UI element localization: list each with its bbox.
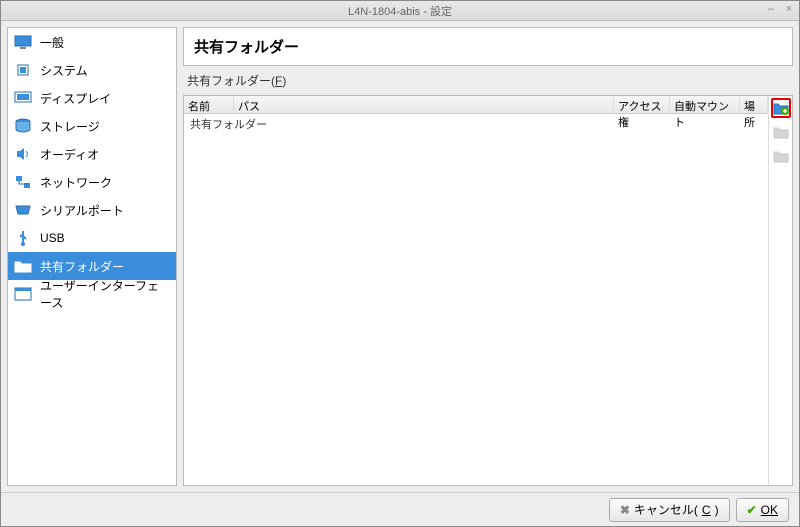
sidebar-item-label: ユーザーインターフェース xyxy=(40,277,170,311)
column-name[interactable]: 名前 xyxy=(184,96,234,113)
group-label: 共有フォルダー(F) xyxy=(183,70,793,91)
cancel-icon: ✖ xyxy=(620,503,630,517)
sidebar-item-serial[interactable]: シリアルポート xyxy=(8,196,176,224)
sidebar-item-label: オーディオ xyxy=(40,146,99,163)
folder-plus-icon xyxy=(773,101,789,115)
close-button[interactable]: × xyxy=(783,3,795,15)
footer: ✖ キャンセル(C) ✔ OK xyxy=(1,492,799,526)
sidebar-item-label: システム xyxy=(40,62,88,79)
network-icon xyxy=(14,174,32,190)
window-controls: – × xyxy=(765,3,795,15)
column-path[interactable]: パス xyxy=(234,96,614,113)
window-title: L4N-1804-abis - 設定 xyxy=(348,3,452,19)
display-icon xyxy=(14,90,32,106)
column-access[interactable]: アクセス権 xyxy=(614,96,670,113)
sidebar-item-ui[interactable]: ユーザーインターフェース xyxy=(8,280,176,308)
body: 一般 システム ディスプレイ ストレージ オーディオ ネットワーク シリアルポー… xyxy=(1,21,799,492)
cancel-button[interactable]: ✖ キャンセル(C) xyxy=(609,498,730,522)
speaker-icon xyxy=(14,146,32,162)
table-main: 名前 パス アクセス権 自動マウント 場所 共有フォルダー xyxy=(184,96,768,485)
monitor-icon xyxy=(14,34,32,50)
sidebar-item-general[interactable]: 一般 xyxy=(8,28,176,56)
column-automount[interactable]: 自動マウント xyxy=(670,96,740,113)
add-folder-button[interactable] xyxy=(771,98,791,118)
folder-minus-icon xyxy=(773,149,789,163)
sidebar-item-system[interactable]: システム xyxy=(8,56,176,84)
sidebar-item-label: シリアルポート xyxy=(40,202,124,219)
disk-icon xyxy=(14,118,32,134)
titlebar: L4N-1804-abis - 設定 – × xyxy=(1,1,799,21)
ui-icon xyxy=(14,286,32,302)
sidebar-item-audio[interactable]: オーディオ xyxy=(8,140,176,168)
sidebar-item-label: 共有フォルダー xyxy=(40,258,124,275)
sidebar-item-network[interactable]: ネットワーク xyxy=(8,168,176,196)
sidebar-item-storage[interactable]: ストレージ xyxy=(8,112,176,140)
chip-icon xyxy=(14,62,32,78)
table-header: 名前 パス アクセス権 自動マウント 場所 xyxy=(184,96,768,114)
minimize-button[interactable]: – xyxy=(765,3,777,15)
table-group-row[interactable]: 共有フォルダー xyxy=(184,114,768,134)
sidebar-item-label: 一般 xyxy=(40,34,64,51)
sidebar-item-display[interactable]: ディスプレイ xyxy=(8,84,176,112)
serial-port-icon xyxy=(14,202,32,218)
ok-button[interactable]: ✔ OK xyxy=(736,498,789,522)
table-toolbar xyxy=(768,96,792,485)
column-location[interactable]: 場所 xyxy=(740,96,768,113)
ok-icon: ✔ xyxy=(747,503,757,517)
sidebar: 一般 システム ディスプレイ ストレージ オーディオ ネットワーク シリアルポー… xyxy=(7,27,177,486)
sidebar-item-label: ストレージ xyxy=(40,118,100,135)
sidebar-item-usb[interactable]: USB xyxy=(8,224,176,252)
shared-folders-table: 名前 パス アクセス権 自動マウント 場所 共有フォルダー xyxy=(183,95,793,486)
remove-folder-button xyxy=(771,146,791,166)
main-panel: 共有フォルダー 共有フォルダー(F) 名前 パス アクセス権 自動マウント 場所… xyxy=(183,27,793,486)
page-title: 共有フォルダー xyxy=(183,27,793,66)
table-body[interactable]: 共有フォルダー xyxy=(184,114,768,485)
sidebar-item-shared-folders[interactable]: 共有フォルダー xyxy=(8,252,176,280)
edit-folder-button xyxy=(771,122,791,142)
usb-icon xyxy=(14,230,32,246)
sidebar-item-label: USB xyxy=(40,231,65,245)
folder-edit-icon xyxy=(773,125,789,139)
folder-icon xyxy=(14,258,32,274)
sidebar-item-label: ディスプレイ xyxy=(40,90,111,107)
sidebar-item-label: ネットワーク xyxy=(40,174,112,191)
